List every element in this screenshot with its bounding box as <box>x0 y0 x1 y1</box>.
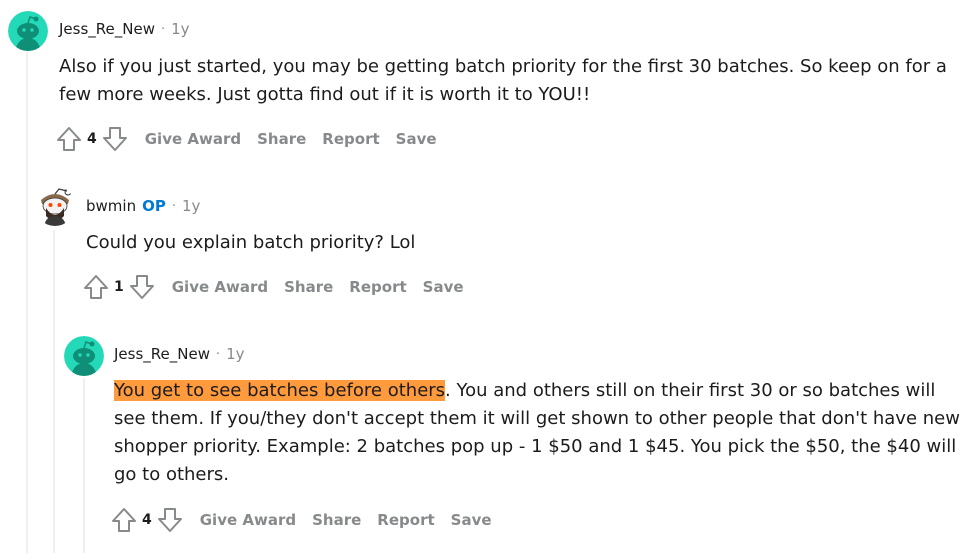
separator-dot: · <box>171 198 176 214</box>
op-badge: OP <box>142 197 166 215</box>
comment-line: You get to see batches before others. Yo… <box>114 377 960 405</box>
comment-actions: 4 Give Award Share Report Save <box>111 504 492 536</box>
thread-line-2[interactable] <box>53 230 55 553</box>
downvote-icon[interactable] <box>157 506 183 534</box>
thread-line-1[interactable] <box>26 52 28 553</box>
save-button[interactable]: Save <box>396 130 437 148</box>
snoo-avatar-icon <box>35 186 75 226</box>
highlighted-text: You get to see batches before others <box>114 380 446 401</box>
username[interactable]: bwmin <box>86 197 136 215</box>
downvote-icon[interactable] <box>102 125 128 153</box>
comment-line: see them. If you/they don't accept them … <box>114 408 960 429</box>
upvote-icon[interactable] <box>111 506 137 534</box>
comment-actions: 4 Give Award Share Report Save <box>56 123 437 155</box>
upvote-icon[interactable] <box>56 125 82 153</box>
avatar[interactable] <box>35 186 75 226</box>
give-award-button[interactable]: Give Award <box>145 130 241 148</box>
give-award-button[interactable]: Give Award <box>172 278 268 296</box>
upvote-icon[interactable] <box>83 273 109 301</box>
share-button[interactable]: Share <box>284 278 333 296</box>
comment-line: few more weeks. Just gotta find out if i… <box>59 84 591 105</box>
save-button[interactable]: Save <box>423 278 464 296</box>
comment-line: Also if you just started, you may be get… <box>59 56 947 77</box>
vote-score: 1 <box>114 279 124 295</box>
timestamp[interactable]: 1y <box>182 197 200 215</box>
separator-dot: · <box>160 21 166 37</box>
comment-meta: bwmin OP · 1y <box>86 197 200 215</box>
comment-body: You get to see batches before others. Yo… <box>114 377 960 489</box>
separator-dot: · <box>215 346 221 362</box>
comment-body: Also if you just started, you may be get… <box>59 53 947 109</box>
comment-meta: Jess_Re_New · 1y <box>114 345 245 363</box>
downvote-icon[interactable] <box>129 273 155 301</box>
vote-score: 4 <box>142 512 152 528</box>
give-award-button[interactable]: Give Award <box>200 511 296 529</box>
snoo-avatar-icon <box>64 336 104 376</box>
share-button[interactable]: Share <box>257 130 306 148</box>
avatar[interactable] <box>64 336 104 376</box>
username[interactable]: Jess_Re_New <box>114 345 210 363</box>
timestamp[interactable]: 1y <box>226 345 244 363</box>
report-button[interactable]: Report <box>377 511 434 529</box>
save-button[interactable]: Save <box>451 511 492 529</box>
timestamp[interactable]: 1y <box>171 20 189 38</box>
share-button[interactable]: Share <box>312 511 361 529</box>
username[interactable]: Jess_Re_New <box>59 20 155 38</box>
snoo-avatar-icon <box>8 11 48 51</box>
thread-line-3[interactable] <box>83 378 85 553</box>
report-button[interactable]: Report <box>349 278 406 296</box>
comment-line: go to others. <box>114 464 230 485</box>
comment-meta: Jess_Re_New · 1y <box>59 20 190 38</box>
vote-score: 4 <box>87 131 97 147</box>
comment-actions: 1 Give Award Share Report Save <box>83 271 464 303</box>
avatar[interactable] <box>8 11 48 51</box>
report-button[interactable]: Report <box>322 130 379 148</box>
comment-body: Could you explain batch priority? Lol <box>86 229 415 257</box>
comment-line: Could you explain batch priority? Lol <box>86 232 416 253</box>
comment-line: shopper priority. Example: 2 batches pop… <box>114 436 957 457</box>
comment-text: . You and others still on their first 30… <box>445 380 936 401</box>
